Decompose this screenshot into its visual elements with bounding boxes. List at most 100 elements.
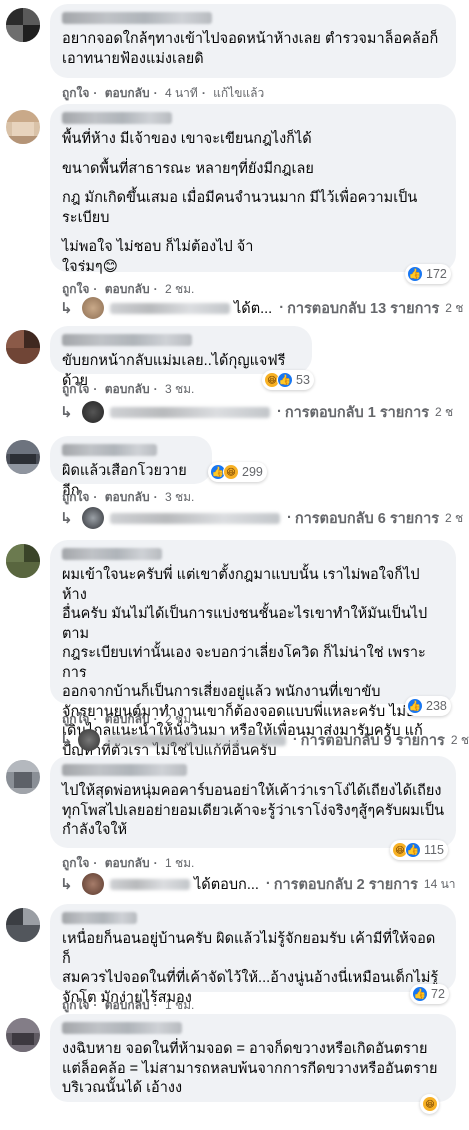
reply-avatar [82,401,104,423]
author-name[interactable] [62,334,192,346]
reply-arrow-icon: ↳ [60,510,73,527]
author-name[interactable] [62,764,187,776]
like-reaction-icon: 👍 [405,842,421,858]
like-button[interactable]: ถูกใจ [62,86,89,100]
avatar[interactable] [6,110,40,144]
reaction-count: 53 [296,373,310,387]
comment-actions: ถูกใจ · ตอบกลับ · 1 ชม. [62,998,195,1012]
reply-author-name [105,734,286,746]
like-button[interactable]: ถูกใจ [62,490,89,504]
author-name[interactable] [62,12,212,24]
like-button[interactable]: ถูกใจ [62,712,89,726]
comment-text: ขนาดพื้นที่สาธารณะ หลายๆที่ยังมีกฎเลย [62,160,314,177]
reaction-summary[interactable]: 😆 👍 115 [390,840,448,860]
author-name[interactable] [62,548,162,560]
comment-bubble: ไปให้สุดพ่อหนุ่มคอคาร์บอนอย่าให้เค้าว่าเ… [50,756,456,848]
comment-actions: ถูกใจ · ตอบกลับ · 1 ชม. [62,856,195,870]
reply-arrow-icon: ↳ [60,404,73,421]
reply-button[interactable]: ตอบกลับ [105,490,150,504]
reaction-summary[interactable]: 👍 172 [405,264,451,284]
reply-time: 2 ช [435,404,454,419]
reaction-summary[interactable]: 😆 👍 53 [262,370,314,390]
comment-text: งงฉิบหาย จอดในที่ห้ามจอด = อาจก็ดขวางหรื… [62,1041,438,1096]
reaction-summary[interactable]: 👍 72 [410,984,449,1004]
reply-time: 14 นา [423,876,456,891]
view-replies-link[interactable]: ↳ ได้ต... · การตอบกลับ 13 รายการ 2 ช [60,296,469,320]
reply-count[interactable]: การตอบกลับ 1 รายการ [285,401,429,424]
author-name[interactable] [62,112,172,124]
view-replies-link[interactable]: ↳ · การตอบกลับ 9 รายการ 2 ช [60,728,469,752]
avatar[interactable] [6,908,40,942]
comment-bubble: เหนื่อยก็นอนอยู่บ้านครับ ผิดแล้วไม่รู้จั… [50,904,456,1006]
comment-actions: ถูกใจ · ตอบกลับ · 4 นาที · แก้ไขแล้ว [62,86,265,100]
reply-author-name [110,878,190,890]
reply-time: 2 ช [445,510,464,525]
view-replies-link[interactable]: ↳ · การตอบกลับ 6 รายการ 2 ช [60,506,469,530]
timestamp[interactable]: 3 ชม. [165,382,194,396]
reply-button[interactable]: ตอบกลับ [105,856,150,870]
reaction-count: 72 [431,987,445,1001]
reaction-summary[interactable]: 👍 😆 299 [208,462,267,482]
like-reaction-icon: 👍 [412,986,428,1002]
comment-text: กฎ มักเกิดขึ้นเสมอ เมื่อมีคนจำนวนมาก มีไ… [62,190,418,226]
timestamp[interactable]: 1 ชม. [165,856,194,870]
reply-avatar [82,297,104,319]
reaction-count: 115 [424,843,444,857]
reply-preview: ได้ต... [234,300,273,317]
haha-reaction-icon: 😆 [422,1096,438,1112]
reaction-summary[interactable]: 😆 [420,1094,439,1114]
timestamp[interactable]: 2 ชม. [165,712,194,726]
like-button[interactable]: ถูกใจ [62,382,89,396]
reply-count[interactable]: การตอบกลับ 9 รายการ [301,729,445,752]
reply-button[interactable]: ตอบกลับ [105,282,150,296]
avatar[interactable] [6,760,40,794]
reply-avatar [82,507,104,529]
reaction-count: 172 [426,267,447,281]
comment-bubble: ผมเข้าใจนะครับพี่ แต่เขาตั้งกฎมาแบบนั้น … [50,540,456,759]
comment-bubble: พื้นที่ห้าง มีเจ้าของ เขาจะเขียนกฎไงก็ได… [50,104,456,275]
author-name[interactable] [62,444,157,456]
reply-avatar [77,729,100,751]
reply-button[interactable]: ตอบกลับ [105,86,150,100]
reply-author-name [110,406,270,418]
comment-bubble: ขับยกหน้ากลับแม่มเลย..ได้กุญแจฟรีด้วย [50,326,312,389]
avatar[interactable] [6,1018,40,1052]
reply-count[interactable]: การตอบกลับ 6 รายการ [295,507,439,530]
reaction-summary[interactable]: 👍 238 [405,696,451,716]
avatar[interactable] [6,8,40,42]
like-reaction-icon: 👍 [407,266,423,282]
comment-text: อยากจอดใกล้ๆทางเข้าไปจอดหน้าห้างเลย ตำรว… [62,31,439,67]
reply-count[interactable]: การตอบกลับ 2 รายการ [274,873,418,896]
like-reaction-icon: 👍 [407,698,423,714]
timestamp[interactable]: 1 ชม. [165,998,194,1012]
comment-bubble: งงฉิบหาย จอดในที่ห้ามจอด = อาจก็ดขวางหรื… [50,1014,456,1102]
reply-button[interactable]: ตอบกลับ [105,382,150,396]
comment-bubble: อยากจอดใกล้ๆทางเข้าไปจอดหน้าห้างเลย ตำรว… [50,4,456,78]
view-replies-link[interactable]: ↳ · การตอบกลับ 1 รายการ 2 ช [60,400,469,424]
comment-text: ไม่พอใจ ไม่ชอบ ก็ไม่ต้องไป จ้า ใจร่มๆ😊 [62,239,254,275]
reaction-count: 238 [426,699,447,713]
avatar[interactable] [6,330,40,364]
view-replies-link[interactable]: ↳ ได้ตอบก... · การตอบกลับ 2 รายการ 14 นา [60,872,469,896]
reply-author-name [110,512,280,524]
timestamp[interactable]: 4 นาที [165,86,198,100]
reply-arrow-icon: ↳ [60,732,73,749]
reply-author-name [110,302,230,314]
like-button[interactable]: ถูกใจ [62,856,89,870]
reply-button[interactable]: ตอบกลับ [105,998,150,1012]
like-button[interactable]: ถูกใจ [62,998,89,1012]
reply-count[interactable]: การตอบกลับ 13 รายการ [287,297,439,320]
like-button[interactable]: ถูกใจ [62,282,89,296]
author-name[interactable] [62,912,137,924]
avatar[interactable] [6,440,40,474]
avatar[interactable] [6,544,40,578]
reply-button[interactable]: ตอบกลับ [105,712,150,726]
comment-text: ไปให้สุดพ่อหนุ่มคอคาร์บอนอย่าให้เค้าว่าเ… [62,783,445,838]
edited-label: แก้ไขแล้ว [213,86,265,100]
timestamp[interactable]: 3 ชม. [165,490,194,504]
haha-reaction-icon: 😆 [223,464,239,480]
comment-actions: ถูกใจ · ตอบกลับ · 3 ชม. [62,382,195,396]
timestamp[interactable]: 2 ชม. [165,282,194,296]
reply-avatar [82,873,104,895]
author-name[interactable] [62,1022,182,1034]
